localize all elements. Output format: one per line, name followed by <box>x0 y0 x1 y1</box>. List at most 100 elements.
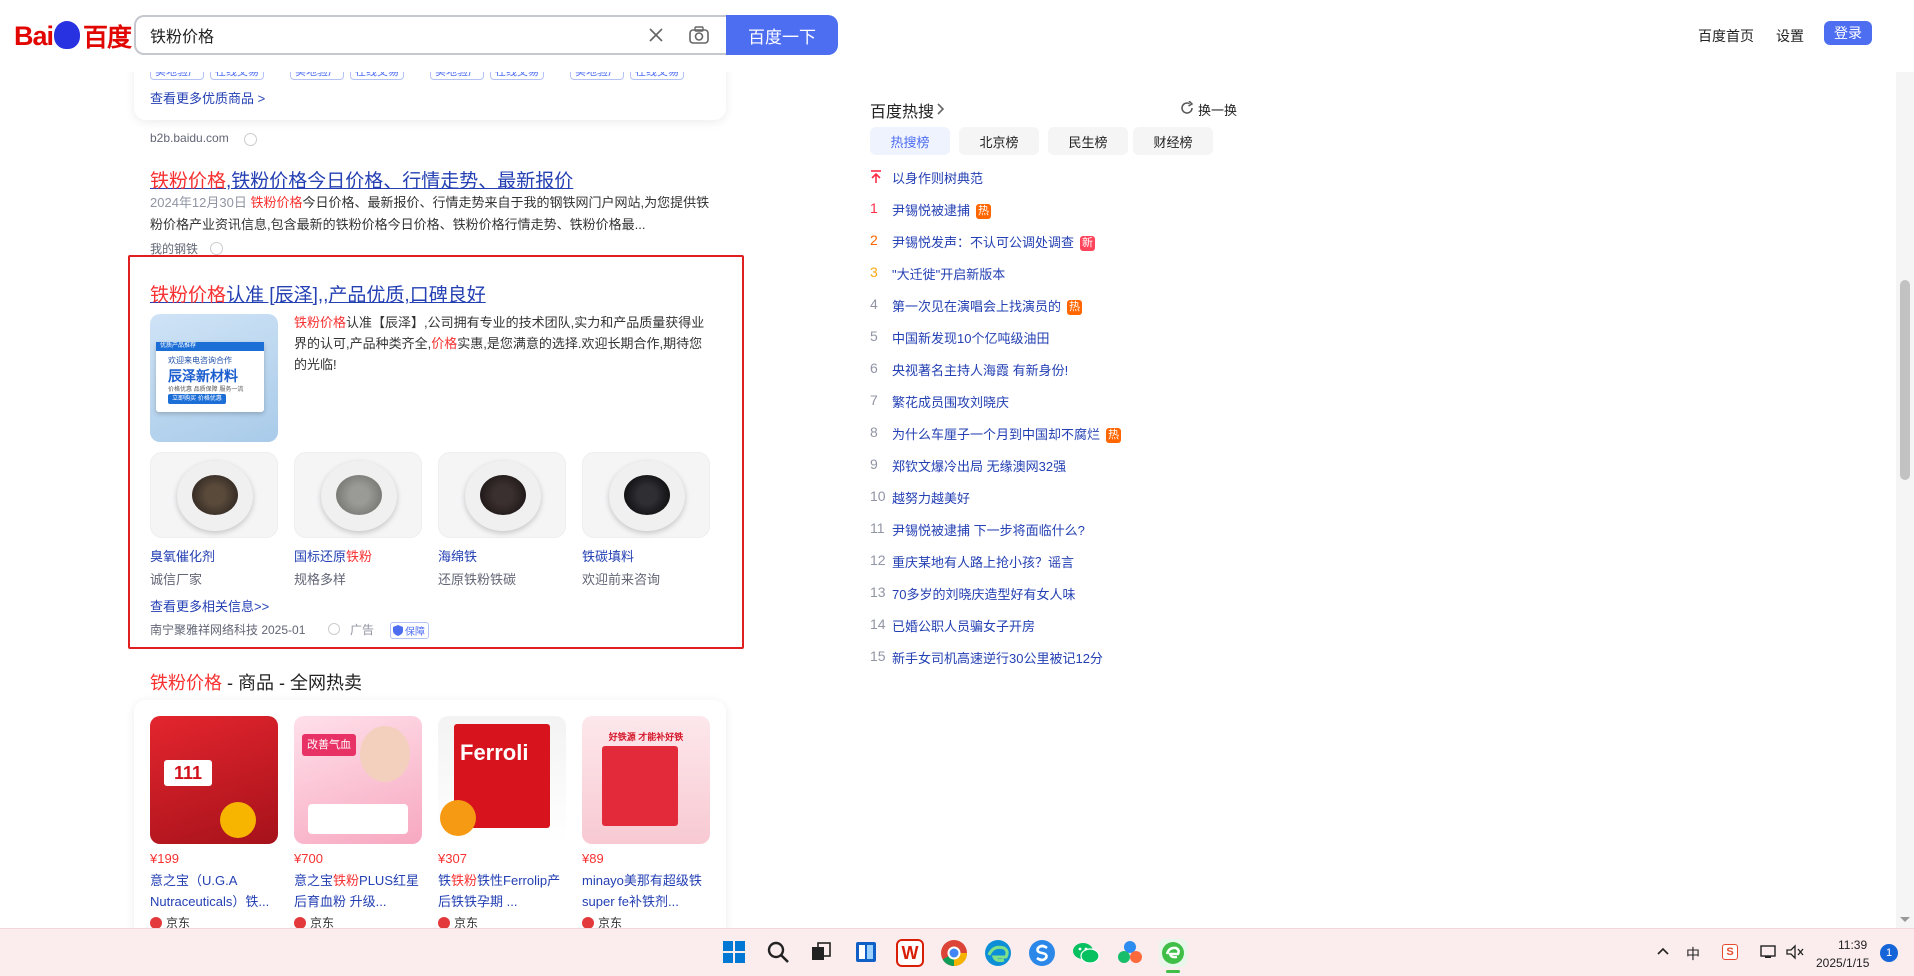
product-name[interactable]: 臭氧催化剂 <box>150 546 215 565</box>
product-name-text: 国标还原 <box>294 549 347 564</box>
shop-item-image[interactable]: 111 <box>150 716 278 844</box>
refresh-icon[interactable] <box>1180 101 1194 115</box>
pile <box>336 475 382 515</box>
hot-rank: 4 <box>870 296 878 312</box>
camera-icon[interactable] <box>688 25 710 45</box>
result-title[interactable]: 铁粉价格,铁粉价格今日价格、行情走势、最新报价 <box>150 166 573 193</box>
baidu-home-link[interactable]: 百度首页 <box>1698 26 1754 46</box>
hot-item-text[interactable]: 已婚公职人员骗女子开房 <box>892 616 1035 635</box>
hot-item-text[interactable]: 央视著名主持人海霞 有新身份! <box>892 360 1068 379</box>
product-name[interactable]: 铁碳填料 <box>582 546 634 565</box>
shop-price: ¥199 <box>150 851 179 866</box>
hot-badge: 热 <box>1106 428 1122 443</box>
shop-section-title[interactable]: 铁粉价格 - 商品 - 全网热卖 <box>150 669 362 695</box>
edge-icon[interactable] <box>984 939 1012 967</box>
hot-item-text[interactable]: 中国新发现10个亿吨级油田 <box>892 328 1049 347</box>
hot-rank: 2 <box>870 232 878 248</box>
notification-badge[interactable]: 1 <box>1880 944 1898 962</box>
network-icon[interactable] <box>1760 944 1778 960</box>
info-icon[interactable] <box>328 623 340 635</box>
sogou-ime-icon[interactable]: S <box>1722 944 1738 960</box>
hot-item-text[interactable]: 尹锡悦发声：不认可公调处调查新 <box>892 232 1096 251</box>
shop-item-image[interactable]: 好铁源 才能补好铁 <box>582 716 710 844</box>
img-text: 改善气血 <box>302 734 356 756</box>
product-name[interactable]: 海绵铁 <box>438 546 477 565</box>
shop-item-image[interactable]: Ferroli <box>438 716 566 844</box>
tab-finance[interactable]: 财经榜 <box>1133 127 1213 155</box>
browser-active-icon[interactable] <box>1159 939 1187 967</box>
hot-item-text[interactable]: "大迁徙"开启新版本 <box>892 264 1005 283</box>
hot-search-title[interactable]: 百度热搜 <box>870 98 934 122</box>
ad-company[interactable]: 南宁聚雅祥网络科技 2025-01 <box>150 621 305 638</box>
product-name[interactable]: 国标还原铁粉 <box>294 546 372 565</box>
source-domain[interactable]: b2b.baidu.com <box>150 131 229 145</box>
clock-date[interactable]: 2025/1/15 <box>1816 956 1869 970</box>
shop-item-image[interactable]: 改善气血 <box>294 716 422 844</box>
info-icon[interactable] <box>210 242 223 255</box>
tab-beijing[interactable]: 北京榜 <box>959 127 1039 155</box>
tab-livelihood[interactable]: 民生榜 <box>1048 127 1128 155</box>
product-image[interactable] <box>438 452 566 538</box>
more-products-link[interactable]: 查看更多优质商品 > <box>150 88 265 107</box>
product-image[interactable] <box>150 452 278 538</box>
windows-start-icon[interactable] <box>722 940 746 964</box>
guarantee-badge[interactable]: 保障 <box>390 622 429 639</box>
tab-hot[interactable]: 热搜榜 <box>870 127 950 155</box>
browser-viewport: Bai 百度 百度一下 百度首页 设置 登录 实地验厂在线交易实地验厂在线交易实… <box>0 0 1914 976</box>
baidu-logo[interactable]: Bai 百度 <box>14 18 132 54</box>
hot-item-text[interactable]: 第一次见在演唱会上找演员的热 <box>892 296 1083 315</box>
hot-item-text[interactable]: 新手女司机高速逆行30公里被记12分 <box>892 648 1103 667</box>
more-info-link[interactable]: 查看更多相关信息>> <box>150 596 269 615</box>
shop-item-name[interactable]: 铁铁粉铁性Ferrolip产后铁铁孕期 ... <box>438 870 570 912</box>
refresh-link[interactable]: 换一换 <box>1198 100 1237 119</box>
shop-item-name[interactable]: 意之宝铁粉PLUS红星后育血粉 升级... <box>294 870 426 912</box>
shop-item-name[interactable]: 意之宝（U.G.A Nutraceuticals）铁... <box>150 870 282 912</box>
login-button[interactable]: 登录 <box>1824 21 1872 45</box>
plate-image <box>177 461 253 531</box>
chevron-right-icon[interactable] <box>936 102 946 116</box>
hot-rank: 5 <box>870 328 878 344</box>
hot-item-text[interactable]: 以身作则树典范 <box>892 168 983 187</box>
pile <box>192 475 238 515</box>
hot-item-text[interactable]: 为什么车厘子一个月到中国却不腐烂热 <box>892 424 1122 443</box>
thumb-card: 优质产品推荐 欢迎来电咨询合作 辰泽新材料 价格优惠 品质保障 服务一流 立即购… <box>156 342 264 412</box>
box-graphic <box>602 746 678 826</box>
hot-item-text[interactable]: 越努力越美好 <box>892 488 970 507</box>
shop-title-highlight: 铁粉价格 <box>150 673 222 693</box>
wechat-icon[interactable] <box>1072 939 1100 967</box>
ad-title[interactable]: 铁粉价格认准 [辰泽],,产品优质,口碑良好 <box>150 280 486 307</box>
hot-item-text[interactable]: 繁花成员围攻刘晓庆 <box>892 392 1009 411</box>
search-button[interactable]: 百度一下 <box>726 15 838 55</box>
chrome-icon[interactable] <box>940 939 968 967</box>
wps-icon[interactable]: W <box>896 939 924 967</box>
product-image[interactable] <box>582 452 710 538</box>
ime-indicator[interactable]: 中 <box>1686 944 1700 964</box>
scrollbar-thumb[interactable] <box>1900 280 1910 480</box>
settings-link[interactable]: 设置 <box>1776 26 1804 46</box>
product-image[interactable] <box>294 452 422 538</box>
search-input[interactable] <box>150 17 550 53</box>
hot-item-text[interactable]: 重庆某地有人路上抢小孩？谣言 <box>892 552 1074 571</box>
hot-item-text[interactable]: 尹锡悦被逮捕热 <box>892 200 992 219</box>
chevron-up-icon[interactable] <box>1656 946 1670 956</box>
app-cluster-icon[interactable] <box>1116 939 1144 967</box>
hot-item-text[interactable]: 70多岁的刘晓庆造型好有女人味 <box>892 584 1075 603</box>
new-badge: 新 <box>1080 236 1096 251</box>
hot-item-text[interactable]: 尹锡悦被逮捕 下一步将面临什么? <box>892 520 1085 539</box>
clock-time[interactable]: 11:39 <box>1838 938 1867 952</box>
volume-muted-icon[interactable] <box>1786 944 1804 960</box>
thumb-brand: 辰泽新材料 <box>168 368 238 384</box>
task-view-icon[interactable] <box>810 941 832 963</box>
clear-icon[interactable] <box>648 27 664 43</box>
ad-label: 广告 <box>350 623 375 637</box>
hot-item-text[interactable]: 郑钦文爆冷出局 无缘澳网32强 <box>892 456 1066 475</box>
info-icon[interactable] <box>244 133 257 146</box>
widgets-icon[interactable] <box>854 940 878 964</box>
sogou-icon[interactable] <box>1028 939 1056 967</box>
search-icon[interactable] <box>766 940 790 964</box>
scroll-down-icon[interactable] <box>1899 916 1911 924</box>
hot-rank: 11 <box>870 520 885 536</box>
hot-item-label: 尹锡悦发声：不认可公调处调查 <box>892 235 1075 250</box>
ad-thumbnail[interactable]: 优质产品推荐 欢迎来电咨询合作 辰泽新材料 价格优惠 品质保障 服务一流 立即购… <box>150 314 278 442</box>
shop-item-name[interactable]: minayo美那有超级铁super fe补铁剂... <box>582 870 714 912</box>
